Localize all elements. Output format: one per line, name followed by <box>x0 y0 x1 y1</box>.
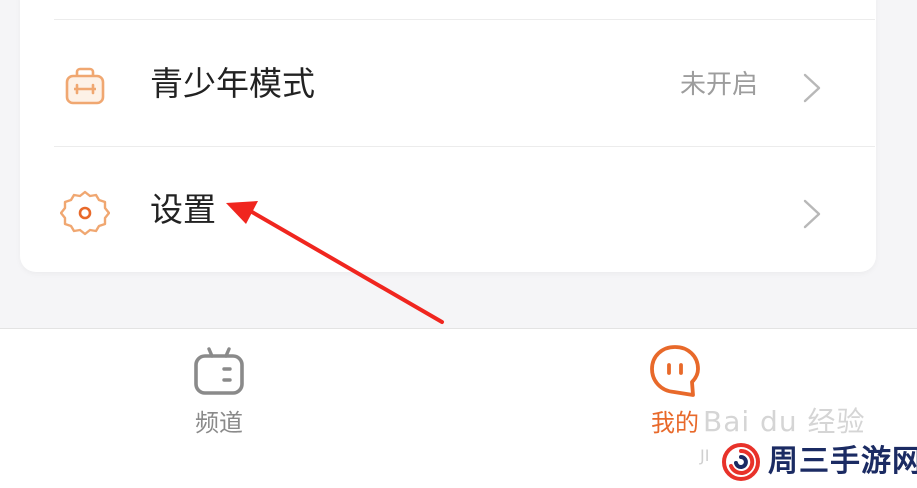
chevron-right-icon <box>803 199 821 229</box>
chevron-right-icon <box>803 73 821 103</box>
settings-label: 设置 <box>150 190 216 229</box>
baidu-watermark: Bai du 经验 <box>703 405 866 438</box>
site-logo: 周三手游网 <box>722 441 917 481</box>
divider-middle <box>54 146 875 147</box>
chat-face-icon <box>650 345 700 397</box>
tv-icon <box>194 347 244 395</box>
watermark-mark: JI <box>700 446 710 465</box>
youth-mode-status: 未开启 <box>679 70 758 100</box>
tab-channels[interactable]: 频道 <box>159 343 279 439</box>
tab-channels-label: 频道 <box>195 409 243 437</box>
site-name: 周三手游网 <box>768 444 917 479</box>
divider-top <box>54 19 875 20</box>
youth-mode-row[interactable]: 青少年模式 未开启 <box>20 22 876 146</box>
youth-mode-label: 青少年模式 <box>150 64 315 103</box>
gear-icon <box>60 190 110 236</box>
settings-row[interactable]: 设置 <box>20 148 876 272</box>
briefcase-icon <box>65 67 105 105</box>
swirl-logo-icon <box>722 443 760 481</box>
